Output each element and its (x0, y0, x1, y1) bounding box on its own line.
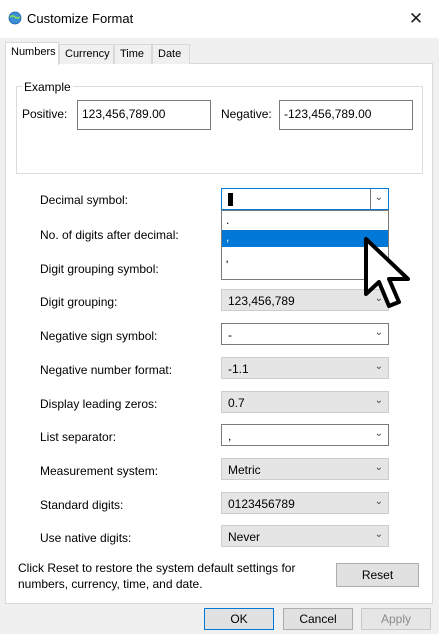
chevron-down-icon[interactable]: ⌄ (375, 192, 383, 203)
chevron-down-icon[interactable]: ⌄ (375, 361, 383, 372)
decimal-symbol-combo[interactable]: ⌄ (221, 188, 389, 210)
measurement-system-combo[interactable]: Metric ⌄ (221, 458, 389, 480)
digits-after-decimal-label: No. of digits after decimal: (40, 228, 179, 242)
standard-digits-label: Standard digits: (40, 498, 124, 512)
digit-grouping-symbol-label: Digit grouping symbol: (40, 262, 159, 276)
decimal-symbol-label: Decimal symbol: (40, 193, 129, 207)
tab-date[interactable]: Date (152, 44, 190, 64)
standard-digits-value: 0123456789 (228, 497, 295, 511)
tab-numbers[interactable]: Numbers (5, 42, 59, 65)
close-button[interactable]: ✕ (393, 0, 439, 38)
window-title: Customize Format (27, 11, 134, 26)
leading-zeros-value: 0.7 (228, 396, 245, 410)
chevron-down-icon[interactable]: ⌄ (375, 529, 383, 540)
negative-sign-label: Negative sign symbol: (40, 329, 158, 343)
negative-number-format-value: -1.1 (228, 362, 249, 376)
negative-example-field: -123,456,789.00 (279, 100, 413, 130)
list-separator-value: , (228, 429, 232, 443)
measurement-system-label: Measurement system: (40, 464, 159, 478)
ok-button[interactable]: OK (204, 608, 274, 630)
reset-description: Click Reset to restore the system defaul… (18, 561, 296, 591)
list-separator-label: List separator: (40, 430, 117, 444)
example-title: Example (22, 80, 73, 94)
apply-button[interactable]: Apply (361, 608, 431, 630)
negative-number-format-label: Negative number format: (40, 363, 173, 377)
native-digits-label: Use native digits: (40, 531, 132, 545)
positive-label: Positive: (22, 107, 68, 121)
list-separator-combo[interactable]: , ⌄ (221, 424, 389, 446)
standard-digits-combo[interactable]: 0123456789 ⌄ (221, 492, 389, 514)
native-digits-value: Never (228, 530, 261, 544)
digit-grouping-value: 123,456,789 (228, 294, 295, 308)
chevron-down-icon[interactable]: ⌄ (375, 496, 383, 507)
measurement-system-value: Metric (228, 463, 261, 477)
chevron-down-icon[interactable]: ⌄ (375, 462, 383, 473)
positive-example-field: 123,456,789.00 (77, 100, 211, 130)
negative-number-format-combo[interactable]: -1.1 ⌄ (221, 357, 389, 379)
globe-settings-icon (8, 11, 22, 25)
digit-grouping-label: Digit grouping: (40, 295, 118, 309)
tab-currency[interactable]: Currency (59, 44, 114, 64)
leading-zeros-combo[interactable]: 0.7 ⌄ (221, 391, 389, 413)
text-caret (228, 193, 233, 206)
cancel-button[interactable]: Cancel (283, 608, 353, 630)
chevron-down-icon[interactable]: ⌄ (375, 428, 383, 439)
chevron-down-icon[interactable]: ⌄ (375, 327, 383, 338)
chevron-down-icon[interactable]: ⌄ (375, 395, 383, 406)
dropdown-option[interactable]: . (222, 213, 388, 230)
negative-sign-value: - (228, 328, 232, 342)
mouse-pointer-icon (364, 237, 410, 308)
leading-zeros-label: Display leading zeros: (40, 397, 158, 411)
title-bar: Customize Format ✕ (0, 0, 439, 38)
negative-label: Negative: (221, 107, 272, 121)
reset-button[interactable]: Reset (336, 563, 419, 587)
native-digits-combo[interactable]: Never ⌄ (221, 525, 389, 547)
tab-time[interactable]: Time (114, 44, 152, 64)
negative-sign-combo[interactable]: - ⌄ (221, 323, 389, 345)
